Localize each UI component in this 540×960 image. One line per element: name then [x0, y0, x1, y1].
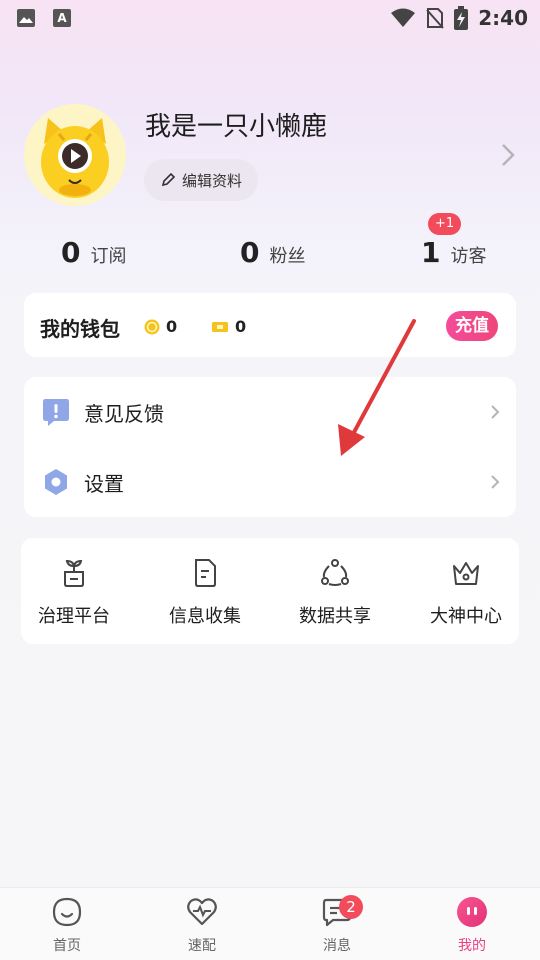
tab-label: 我的 — [458, 938, 486, 954]
profile-header[interactable]: 我是一只小懒鹿 编辑资料 — [24, 104, 516, 206]
cat-mascot-icon — [24, 104, 126, 206]
tool-label: 治理平台 — [38, 606, 110, 627]
tool-master-center[interactable]: 大神中心 — [404, 558, 528, 628]
chevron-right-icon[interactable] — [500, 142, 516, 168]
coin-count: 0 — [166, 317, 178, 336]
tool-data-sharing[interactable]: 数据共享 — [273, 558, 397, 628]
clock: 2:40 — [478, 6, 528, 30]
stat-label: 订阅 — [90, 246, 127, 267]
stats-row: 0 订阅 0 粉丝 1 访客 — [0, 226, 540, 276]
settings-icon — [45, 469, 67, 495]
menu-item-settings[interactable]: 设置 — [24, 447, 516, 517]
stat-value: 0 — [240, 236, 260, 269]
ticket-icon — [212, 321, 228, 332]
tools-card: 治理平台 信息收集 数据共享 大神中心 — [21, 538, 519, 644]
tab-messages[interactable]: 消息 — [297, 896, 377, 955]
visitor-new-badge: +1 — [428, 213, 462, 235]
stat-subscriptions[interactable]: 0 订阅 — [61, 236, 126, 269]
battery-charging-icon — [454, 6, 469, 30]
crown-icon — [453, 562, 479, 585]
tool-info-collection[interactable]: 信息收集 — [143, 558, 267, 628]
heart-pulse-icon — [187, 898, 217, 926]
tab-home[interactable]: 首页 — [27, 896, 107, 955]
stat-value: 0 — [61, 236, 81, 269]
avatar[interactable] — [24, 104, 126, 206]
stat-value: 1 — [421, 236, 441, 269]
edit-profile-button[interactable]: 编辑资料 — [144, 159, 258, 201]
document-icon — [195, 559, 216, 587]
tab-me[interactable]: 我的 — [432, 896, 512, 955]
svg-text:A: A — [57, 11, 67, 25]
wifi-icon — [391, 8, 416, 27]
feedback-icon — [43, 399, 69, 426]
plant-icon — [64, 559, 84, 587]
ticket-count: 0 — [235, 317, 247, 336]
font-a-icon: A — [53, 9, 71, 27]
tool-governance-platform[interactable]: 治理平台 — [12, 558, 136, 628]
tool-label: 大神中心 — [430, 606, 502, 627]
coin-icon — [144, 319, 160, 334]
menu-card: 意见反馈 设置 — [24, 377, 516, 517]
recharge-button[interactable]: 充值 — [446, 311, 498, 341]
me-face-icon — [457, 897, 487, 927]
wallet-card[interactable]: 我的钱包 0 0 充值 — [24, 293, 516, 357]
image-icon — [17, 9, 35, 27]
edit-profile-label: 编辑资料 — [181, 171, 242, 190]
stat-label: 粉丝 — [269, 246, 306, 267]
tool-label: 信息收集 — [169, 606, 241, 627]
home-face-icon — [52, 897, 82, 927]
coin-balance: 0 — [144, 317, 177, 336]
tab-label: 首页 — [53, 938, 81, 954]
share-nodes-icon — [321, 559, 349, 586]
chevron-right-icon — [491, 475, 500, 489]
wallet-title: 我的钱包 — [40, 317, 120, 341]
no-sim-icon — [426, 8, 444, 29]
pencil-icon — [161, 172, 176, 187]
stat-followers[interactable]: 0 粉丝 — [240, 236, 305, 269]
tab-label: 速配 — [188, 938, 216, 954]
menu-item-label: 意见反馈 — [84, 401, 164, 426]
chevron-right-icon — [491, 405, 500, 419]
message-count-badge: 2 — [339, 895, 363, 919]
tab-match[interactable]: 速配 — [162, 896, 242, 955]
tool-label: 数据共享 — [299, 606, 371, 627]
stat-visitors[interactable]: 1 访客 — [421, 236, 486, 269]
stat-label: 访客 — [450, 246, 487, 267]
status-bar: A 2:40 — [0, 0, 540, 36]
menu-item-feedback[interactable]: 意见反馈 — [24, 377, 516, 447]
ticket-balance: 0 — [211, 317, 246, 336]
tab-label: 消息 — [323, 938, 351, 954]
menu-item-label: 设置 — [84, 471, 124, 496]
bottom-tab-bar: 首页 速配 消息 我的 — [0, 887, 540, 960]
username: 我是一只小懒鹿 — [145, 112, 328, 142]
